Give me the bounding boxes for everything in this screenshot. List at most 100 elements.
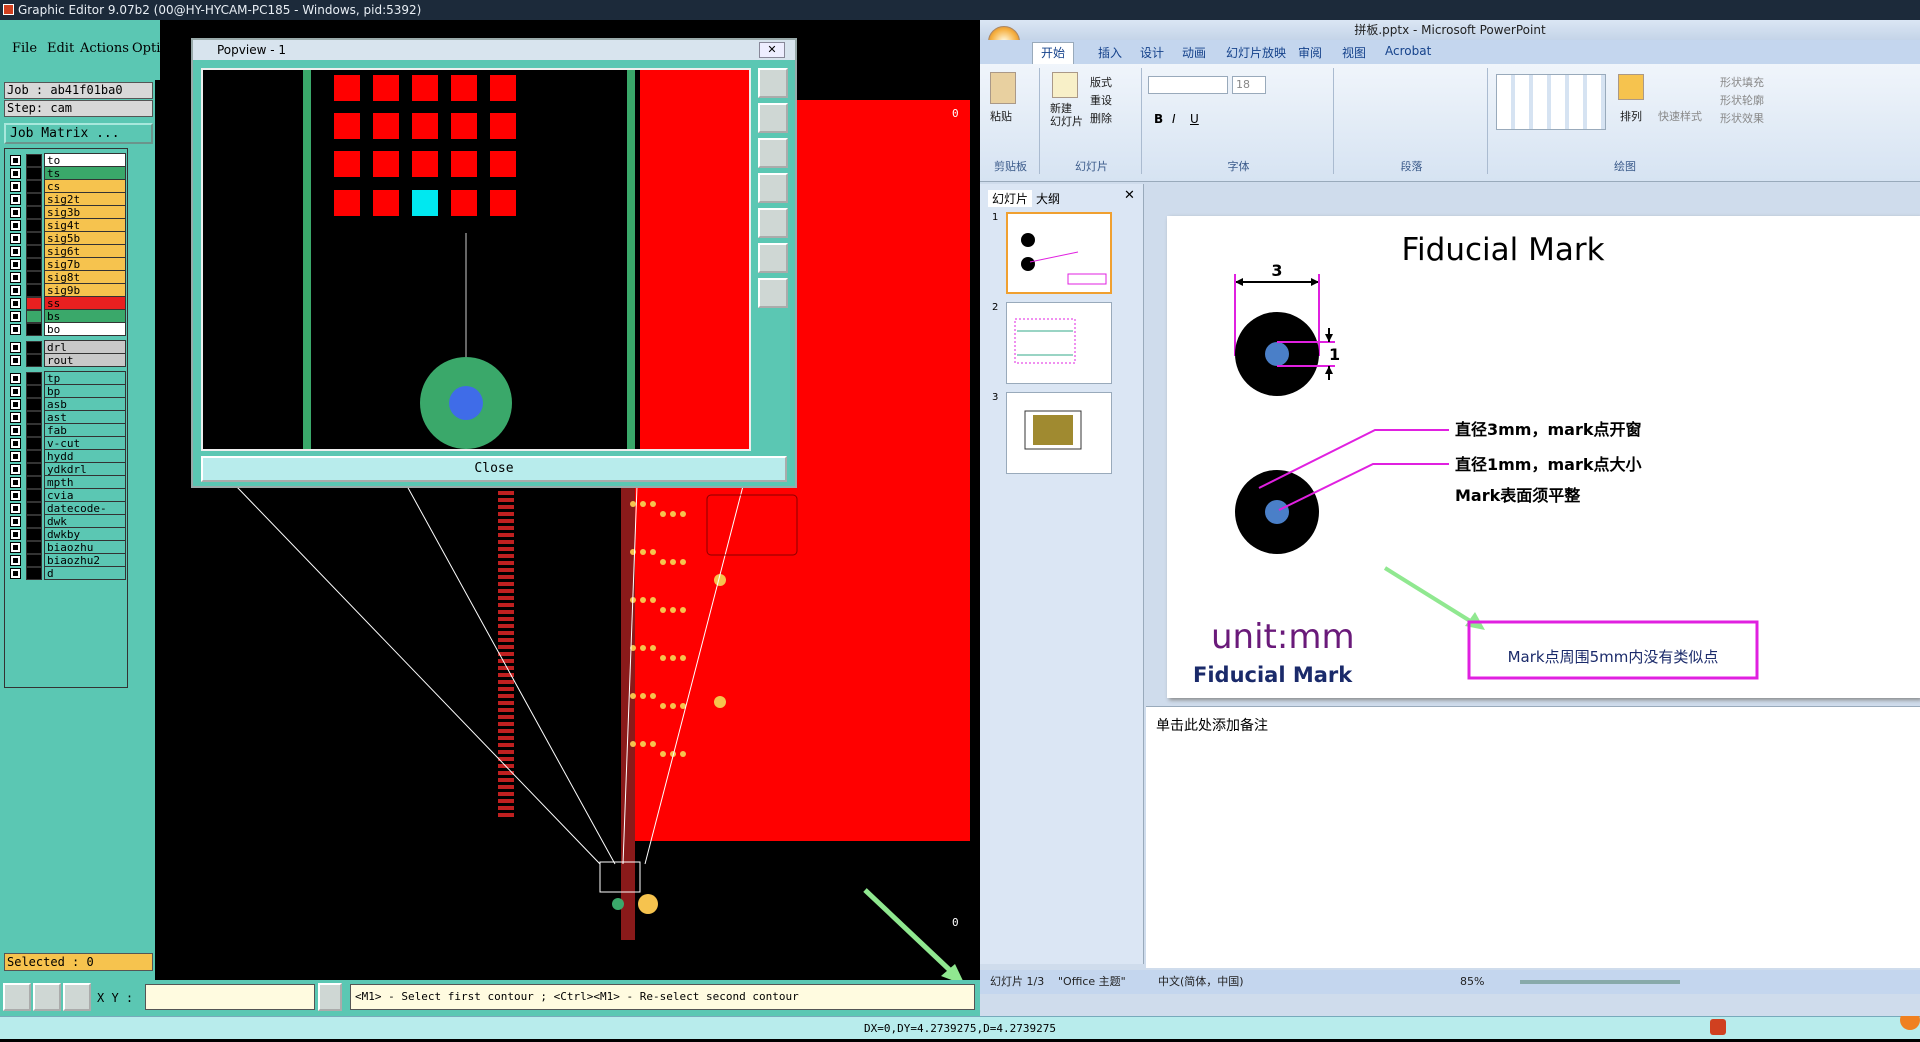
layer-row-tp[interactable]: tp [8,371,126,385]
layer-row-v-cut[interactable]: v-cut [8,436,126,450]
popview-tool-up-icon[interactable] [758,103,788,133]
panel-tab-outline[interactable]: 大纲 [1036,190,1060,207]
app-icon[interactable] [3,4,14,15]
menu-options[interactable]: Opti [132,41,160,56]
popview-close-button[interactable]: Close [201,456,787,482]
new-slide-button[interactable]: 新建 幻灯片 [1050,102,1083,128]
layer-checkbox[interactable] [10,181,21,192]
job-matrix-button[interactable]: Job Matrix ... [4,123,153,144]
layout-button[interactable]: 版式 [1090,74,1112,90]
layer-checkbox[interactable] [10,355,21,366]
layer-checkbox[interactable] [10,311,21,322]
layer-checkbox[interactable] [10,529,21,540]
arrange-button[interactable]: 排列 [1620,108,1642,124]
panel-close-icon[interactable]: ✕ [1124,188,1135,203]
layer-row-datecode-pts[interactable]: datecode-pts [8,501,126,529]
menu-actions[interactable]: Actions [80,41,129,56]
info-button[interactable] [318,983,342,1011]
layer-row-sig2t[interactable]: sig2t [8,192,126,206]
zoom-tool-button[interactable] [33,983,61,1011]
tab-home[interactable]: 开始 [1032,42,1075,64]
status-language[interactable]: 中文(简体，中国) [1158,970,1244,994]
layer-checkbox[interactable] [10,399,21,410]
tab-slideshow[interactable]: 幻灯片放映 [1226,44,1286,61]
layer-checkbox[interactable] [10,516,21,527]
layer-checkbox[interactable] [10,207,21,218]
tab-animation[interactable]: 动画 [1182,44,1206,61]
layer-checkbox[interactable] [10,246,21,257]
shape-effects-button[interactable]: 形状效果 [1720,110,1764,126]
slide-canvas[interactable]: Fiducial Mark 3 1 直径3mm，mark点开窗 直径1mm，ma… [1167,216,1920,698]
italic-icon[interactable]: I [1172,112,1176,126]
menu-edit[interactable]: Edit [47,41,74,56]
popview-canvas[interactable] [201,68,751,451]
layer-row-bs[interactable]: bs [8,309,126,323]
layer-row-ts[interactable]: ts [8,166,126,180]
menu-file[interactable]: File [12,41,37,56]
font-name-select[interactable] [1148,76,1228,94]
tab-view[interactable]: 视图 [1342,44,1366,61]
layer-row-cs[interactable]: cs [8,179,126,193]
layer-row-sig3b[interactable]: sig3b [8,205,126,219]
layer-color-swatch[interactable] [26,354,42,367]
grid-tool-button[interactable] [63,983,91,1011]
layer-color-swatch[interactable] [26,323,42,336]
status-theme[interactable]: "Office 主题" [1058,970,1126,994]
layer-checkbox[interactable] [10,285,21,296]
layer-row-sig9b[interactable]: sig9b [8,283,126,297]
popview-tool-right-icon[interactable] [758,208,788,238]
layer-color-swatch[interactable] [26,567,42,580]
tab-review[interactable]: 审阅 [1298,44,1322,61]
reset-button[interactable]: 重设 [1090,92,1112,108]
layer-checkbox[interactable] [10,155,21,166]
layer-checkbox[interactable] [10,464,21,475]
popview-tool-down-icon[interactable] [758,138,788,168]
layer-row-fab[interactable]: fab [8,423,126,437]
zoom-level[interactable]: 85% [1460,970,1484,994]
layer-checkbox[interactable] [10,438,21,449]
quick-styles-button[interactable]: 快速样式 [1658,108,1702,124]
layer-checkbox[interactable] [10,168,21,179]
delete-button[interactable]: 删除 [1090,110,1112,126]
panel-tab-slides[interactable]: 幻灯片 [988,190,1033,207]
layer-row-sig8t[interactable]: sig8t [8,270,126,284]
popview-tool-zoom-in-icon[interactable] [758,278,788,308]
layer-row-ss[interactable]: ss [8,296,126,310]
tab-insert[interactable]: 插入 [1098,44,1122,61]
layer-row-mpth[interactable]: mpth [8,475,126,489]
layer-row-rout[interactable]: rout [8,353,126,367]
tab-acrobat[interactable]: Acrobat [1385,44,1431,58]
layer-checkbox[interactable] [10,542,21,553]
pan-tool-button[interactable] [3,983,31,1011]
layer-checkbox[interactable] [10,568,21,579]
popview-titlebar[interactable]: Popview - 1 ✕ [193,40,795,60]
layer-checkbox[interactable] [10,503,21,514]
arrange-icon[interactable] [1618,74,1644,100]
paste-icon[interactable] [990,72,1016,104]
layer-checkbox[interactable] [10,298,21,309]
font-size-select[interactable]: 18 [1232,76,1266,94]
layer-row-biaozhu[interactable]: biaozhu [8,540,126,554]
layer-row-ydkdrl[interactable]: ydkdrl [8,462,126,476]
layer-checkbox[interactable] [10,555,21,566]
layer-checkbox[interactable] [10,324,21,335]
zoom-slider[interactable] [1520,980,1680,984]
layer-checkbox[interactable] [10,233,21,244]
layer-checkbox[interactable] [10,272,21,283]
layer-row-hydd[interactable]: hydd [8,449,126,463]
shape-fill-button[interactable]: 形状填充 [1720,74,1764,90]
notes-pane[interactable]: 单击此处添加备注 [1146,706,1920,968]
layer-row-drl[interactable]: drl [8,340,126,354]
layer-row-sig6t[interactable]: sig6t [8,244,126,258]
layer-row-sig4t[interactable]: sig4t [8,218,126,232]
layer-row-sig7b[interactable]: sig7b [8,257,126,271]
bold-icon[interactable]: B [1154,112,1163,126]
slide-thumb-3[interactable] [1006,392,1112,474]
layer-checkbox[interactable] [10,194,21,205]
shapes-gallery[interactable] [1496,74,1606,130]
popview-close-icon[interactable]: ✕ [759,42,785,58]
layer-row-sig5b[interactable]: sig5b [8,231,126,245]
layer-row-to[interactable]: to [8,153,126,167]
layer-checkbox[interactable] [10,477,21,488]
layer-checkbox[interactable] [10,259,21,270]
